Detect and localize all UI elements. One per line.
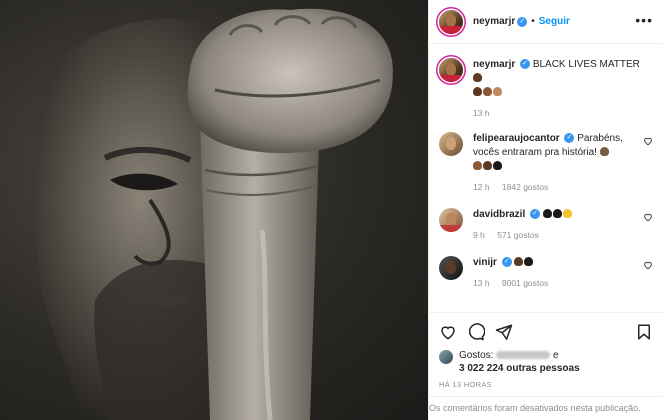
post-timestamp[interactable]: HÁ 13 HORAS [439, 380, 653, 389]
raised-fist-emoji [473, 161, 482, 170]
more-icon[interactable]: ••• [635, 12, 653, 28]
comment-item: vinijr ✓ 13 h 9001 gostos [439, 256, 653, 290]
post-actions: Gostos: e 3 022 224 outras pessoas HÁ 13… [429, 312, 662, 389]
header-separator: • [531, 16, 535, 27]
comment-like-heart-icon[interactable] [643, 212, 653, 222]
caption-username[interactable]: neymarjr [473, 59, 515, 70]
author-avatar[interactable] [439, 9, 463, 34]
share-icon[interactable] [495, 323, 513, 341]
commenter-avatar[interactable] [439, 132, 463, 156]
comment-likes[interactable]: 1842 gostos [502, 182, 548, 192]
blurred-liker-name [496, 351, 551, 360]
caption-avatar[interactable] [439, 58, 463, 82]
comment-likes[interactable]: 9001 gostos [502, 278, 548, 288]
comment-time: 13 h [473, 278, 490, 288]
comment-icon[interactable] [467, 323, 485, 341]
verified-icon: ✓ [501, 257, 512, 268]
comment-username[interactable]: vinijr [473, 257, 497, 268]
comment-likes[interactable]: 571 gostos [497, 230, 539, 240]
likes-summary: Gostos: e 3 022 224 outras pessoas [439, 349, 653, 375]
author-username[interactable]: neymarjr [473, 16, 515, 27]
caption-text: BLACK LIVES MATTER [532, 59, 640, 70]
follow-button[interactable]: Seguir [539, 16, 570, 27]
commenter-avatar[interactable] [439, 256, 463, 280]
likes-connector: e [553, 350, 559, 361]
raised-fist-emoji [483, 161, 492, 170]
black-heart-emoji [493, 161, 502, 170]
verified-icon: ✓ [520, 59, 531, 70]
comment-like-heart-icon[interactable] [643, 136, 653, 146]
raised-fist-emoji [473, 73, 482, 82]
comments-disabled-notice: Os comentários foram desativados nesta p… [429, 396, 662, 420]
caption: neymarjr ✓ BLACK LIVES MATTER 13 h [439, 58, 653, 120]
black-heart-emoji [524, 257, 534, 266]
raised-fist-portrait [33, 8, 393, 420]
comment-time: 12 h [473, 182, 490, 192]
comment-time: 9 h [473, 230, 485, 240]
verified-icon: ✓ [517, 16, 528, 27]
comment-item: davidbrazil ✓ 9 h 571 gostos [439, 208, 653, 242]
comment-username[interactable]: felipearaujocantor [473, 133, 560, 144]
black-heart-emoji [542, 209, 552, 218]
post-image[interactable] [0, 0, 428, 420]
comments-list[interactable]: neymarjr ✓ BLACK LIVES MATTER 13 h felip… [429, 44, 662, 312]
verified-icon: ✓ [530, 209, 541, 220]
raised-fist-emoji [514, 257, 524, 266]
praying-hands-emoji [599, 147, 609, 156]
post-sidebar: neymarjr ✓ • Seguir ••• neymarjr ✓ BLACK… [428, 0, 662, 420]
bookmark-icon[interactable] [635, 323, 653, 341]
raised-fist-emoji [493, 87, 502, 96]
comment-username[interactable]: davidbrazil [473, 209, 525, 220]
post-header: neymarjr ✓ • Seguir ••• [429, 0, 662, 44]
likes-prefix: Gostos: [459, 350, 494, 361]
comment-item: felipearaujocantor ✓ Parabéns, vocês ent… [439, 132, 653, 194]
raised-fist-emoji [473, 87, 482, 96]
black-heart-emoji [552, 209, 562, 218]
action-icons [439, 319, 653, 347]
likes-count[interactable]: 3 022 224 outras pessoas [459, 363, 580, 374]
liker-avatar[interactable] [439, 350, 453, 364]
fist-emoji [562, 209, 572, 218]
commenter-avatar[interactable] [439, 208, 463, 232]
verified-icon: ✓ [564, 133, 575, 144]
caption-time: 13 h [473, 108, 490, 118]
instagram-post: neymarjr ✓ • Seguir ••• neymarjr ✓ BLACK… [0, 0, 662, 420]
heart-icon[interactable] [439, 323, 457, 341]
raised-fist-emoji [483, 87, 492, 96]
comment-like-heart-icon[interactable] [643, 260, 653, 270]
